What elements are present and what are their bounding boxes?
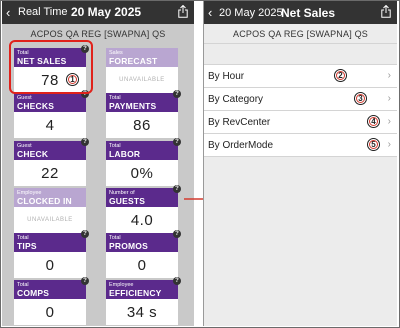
list-item-label: By RevCenter <box>208 117 271 128</box>
metric-tile-labor[interactable]: Total LABOR? 0% <box>106 138 181 186</box>
nav-date[interactable]: 20 May 2025 <box>219 7 283 19</box>
help-icon[interactable]: ? <box>81 138 89 146</box>
callout-marker: 3 <box>354 92 367 105</box>
metric-tile-promos[interactable]: Total PROMOS? 0 <box>106 230 181 278</box>
net-sales-nav-bar: ‹ 20 May 2025 Net Sales <box>204 1 397 24</box>
metric-tile-tips[interactable]: Total TIPS? 0 <box>14 230 89 278</box>
dashboard-nav-bar: ‹ Real Time 20 May 2025 <box>2 1 194 24</box>
tile-title: COMPS <box>17 288 50 298</box>
chevron-right-icon: › <box>387 93 391 104</box>
list-item-by-revcenter[interactable]: By RevCenter 4 › <box>204 111 397 134</box>
list-item-by-category[interactable]: By Category 3 › <box>204 88 397 111</box>
callout-marker: 2 <box>334 69 347 82</box>
tile-value: 0 <box>45 304 55 321</box>
tile-title: GUESTS <box>109 196 146 206</box>
help-icon[interactable]: ? <box>173 90 181 98</box>
tile-header: Employee EFFICIENCY? <box>106 277 181 299</box>
help-icon[interactable]: ? <box>173 277 181 285</box>
tile-value: 0% <box>130 165 154 182</box>
list-item-by-ordermode[interactable]: By OrderMode 5 › <box>204 134 397 157</box>
tile-title: TIPS <box>17 241 37 251</box>
back-button-label[interactable]: Real Time <box>18 6 68 18</box>
net-sales-panel: ‹ 20 May 2025 Net Sales ACPOS QA REG [SW… <box>203 1 397 326</box>
tile-value: 86 <box>133 117 151 134</box>
list-item-by-hour[interactable]: By Hour 2 › <box>204 65 397 88</box>
help-icon[interactable]: ? <box>173 138 181 146</box>
tile-header: Employee CLOCKED IN <box>14 188 86 207</box>
list-item-label: By OrderMode <box>208 140 274 151</box>
tile-header: Total PAYMENTS? <box>106 90 181 112</box>
metric-tile-forecast[interactable]: Sales FORECAST UNAVAILABLE <box>106 48 178 93</box>
tile-value: UNAVAILABLE <box>27 217 73 223</box>
chevron-right-icon: › <box>387 139 391 150</box>
tile-header: Guest CHECKS? <box>14 90 89 112</box>
metric-tile-check-average[interactable]: Guest CHECK AVERAGE? 22 <box>14 138 89 186</box>
tile-header: Number of GUESTS? <box>106 185 181 207</box>
tile-value: 4 <box>45 117 55 134</box>
back-chevron-icon[interactable]: ‹ <box>6 5 10 20</box>
tile-header: Total COMPS? <box>14 277 89 299</box>
tile-title: LABOR <box>109 149 141 159</box>
help-icon[interactable]: ? <box>173 185 181 193</box>
tile-value: UNAVAILABLE <box>119 77 165 83</box>
tile-title: PAYMENTS <box>109 101 157 111</box>
tile-value: 0 <box>137 257 147 274</box>
tile-header: Guest CHECK AVERAGE? <box>14 138 89 169</box>
help-icon[interactable]: ? <box>81 230 89 238</box>
help-icon[interactable]: ? <box>173 230 181 238</box>
metric-tile-guests[interactable]: Number of GUESTS? 4.0 <box>106 185 181 233</box>
tile-title: CHECKS <box>17 101 55 111</box>
tile-header: Total TIPS? <box>14 230 89 252</box>
metric-tile-payments[interactable]: Total PAYMENTS? 86 <box>106 90 181 138</box>
tile-header: Total PROMOS? <box>106 230 181 252</box>
share-icon[interactable] <box>381 5 391 18</box>
back-chevron-icon[interactable]: ‹ <box>208 5 212 20</box>
callout-marker: 5 <box>367 138 380 151</box>
tile-title: CLOCKED IN <box>17 196 72 206</box>
tile-header: Total LABOR? <box>106 138 181 160</box>
nav-date: 20 May 2025 <box>71 5 142 19</box>
tile-header: Sales FORECAST <box>106 48 178 67</box>
metric-tile-clocked-in[interactable]: Employee CLOCKED IN UNAVAILABLE <box>14 188 86 233</box>
tile-value: 0 <box>45 257 55 274</box>
chevron-right-icon: › <box>387 70 391 81</box>
help-icon[interactable]: ? <box>81 277 89 285</box>
tile-title: CHECK AVERAGE <box>17 149 60 169</box>
share-icon[interactable] <box>178 5 188 18</box>
list-item-label: By Hour <box>208 71 245 82</box>
tile-value: 34 s <box>126 304 158 321</box>
tile-title: FORECAST <box>109 56 158 66</box>
location-subtitle: ACPOS QA REG [SWAPNA] QS <box>204 24 397 44</box>
list-item-label: By Category <box>208 94 264 105</box>
net-sales-highlight <box>9 40 93 94</box>
callout-marker: 4 <box>367 115 380 128</box>
tile-title: EFFICIENCY <box>109 288 162 298</box>
metric-tile-comps[interactable]: Total COMPS? 0 <box>14 277 89 325</box>
metric-tile-checks[interactable]: Guest CHECKS? 4 <box>14 90 89 138</box>
chevron-right-icon: › <box>387 116 391 127</box>
page-title: Net Sales <box>281 6 336 20</box>
tile-title: PROMOS <box>109 241 148 251</box>
metric-tile-efficiency[interactable]: Employee EFFICIENCY? 34 s <box>106 277 181 325</box>
tile-value: 4.0 <box>130 212 154 229</box>
breakdown-list: By Hour 2 › By Category 3 › By RevCenter 4 › By O… <box>204 64 397 157</box>
